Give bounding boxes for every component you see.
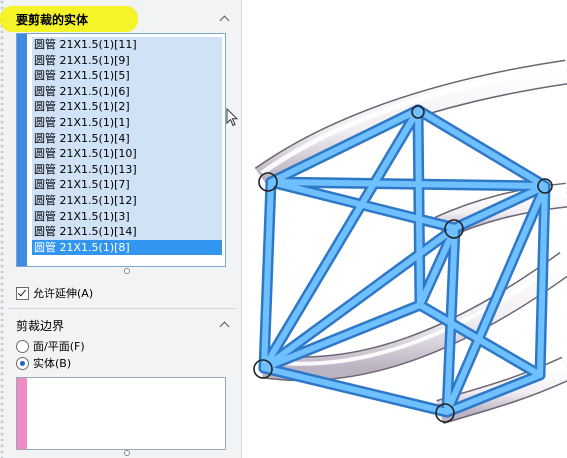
face-plane-label: 面/平面(F) bbox=[33, 340, 85, 353]
bodies-list-items: 圆管 21X1.5(1)[11] 圆管 21X1.5(1)[9] 圆管 21X1.5… bbox=[32, 37, 222, 256]
graphics-viewport[interactable] bbox=[242, 0, 567, 458]
section-divider bbox=[8, 308, 236, 309]
collapse-chevron-icon[interactable] bbox=[218, 318, 232, 332]
mouse-cursor-icon bbox=[226, 108, 239, 127]
list-item[interactable]: 圆管 21X1.5(1)[5] bbox=[32, 68, 222, 84]
list-item[interactable]: 圆管 21X1.5(1)[3] bbox=[32, 208, 222, 225]
list-item[interactable]: 圆管 21X1.5(1)[10] bbox=[32, 146, 222, 162]
bodies-to-trim-list[interactable]: 圆管 21X1.5(1)[11] 圆管 21X1.5(1)[9] 圆管 21X1.5… bbox=[16, 33, 226, 267]
list-item[interactable]: 圆管 21X1.5(1)[1] bbox=[32, 114, 222, 131]
list-item[interactable]: 圆管 21X1.5(1)[13] bbox=[32, 161, 222, 178]
trim-boundary-title: 剪裁边界 bbox=[16, 318, 65, 333]
list-item[interactable]: 圆管 21X1.5(1)[9] bbox=[32, 52, 222, 69]
list-item[interactable]: 圆管 21X1.5(1)[6] bbox=[32, 83, 222, 100]
body-option-label: 实体(B) bbox=[33, 357, 72, 370]
collapse-chevron-icon[interactable] bbox=[218, 12, 232, 26]
allow-extend-label: 允许延伸(A) bbox=[33, 287, 94, 300]
body-option[interactable]: 实体(B) bbox=[16, 355, 71, 371]
list-item[interactable]: 圆管 21X1.5(1)[4] bbox=[32, 130, 222, 147]
trim-boundary-section-header[interactable]: 剪裁边界 bbox=[8, 315, 236, 335]
bodies-section-header[interactable]: 要剪裁的实体 bbox=[8, 9, 236, 29]
allow-extend-checkbox[interactable] bbox=[16, 286, 29, 300]
property-manager-panel: 要剪裁的实体 圆管 21X1.5(1)[11] 圆管 21X1.5(1)[9] 圆管… bbox=[0, 0, 242, 458]
boundary-color-strip bbox=[17, 378, 27, 449]
list-item[interactable]: 圆管 21X1.5(1)[11] bbox=[32, 37, 222, 53]
list-item[interactable]: 圆管 21X1.5(1)[14] bbox=[32, 224, 222, 240]
trim-boundary-list[interactable] bbox=[16, 377, 226, 450]
bodies-section-title: 要剪裁的实体 bbox=[16, 12, 89, 27]
selection-color-strip bbox=[17, 34, 27, 266]
list-item[interactable]: 圆管 21X1.5(1)[8] bbox=[32, 239, 222, 256]
list-item[interactable]: 圆管 21X1.5(1)[7] bbox=[32, 177, 222, 193]
face-plane-radio[interactable] bbox=[16, 339, 29, 353]
list-item[interactable]: 圆管 21X1.5(1)[2] bbox=[32, 99, 222, 115]
list-resize-handle[interactable] bbox=[124, 450, 130, 456]
list-resize-handle[interactable] bbox=[124, 268, 130, 274]
panel-grip bbox=[0, 0, 6, 458]
list-item[interactable]: 圆管 21X1.5(1)[12] bbox=[32, 192, 222, 209]
face-plane-option[interactable]: 面/平面(F) bbox=[16, 338, 85, 354]
allow-extend-option[interactable]: 允许延伸(A) bbox=[16, 285, 93, 301]
body-radio[interactable] bbox=[16, 356, 29, 370]
